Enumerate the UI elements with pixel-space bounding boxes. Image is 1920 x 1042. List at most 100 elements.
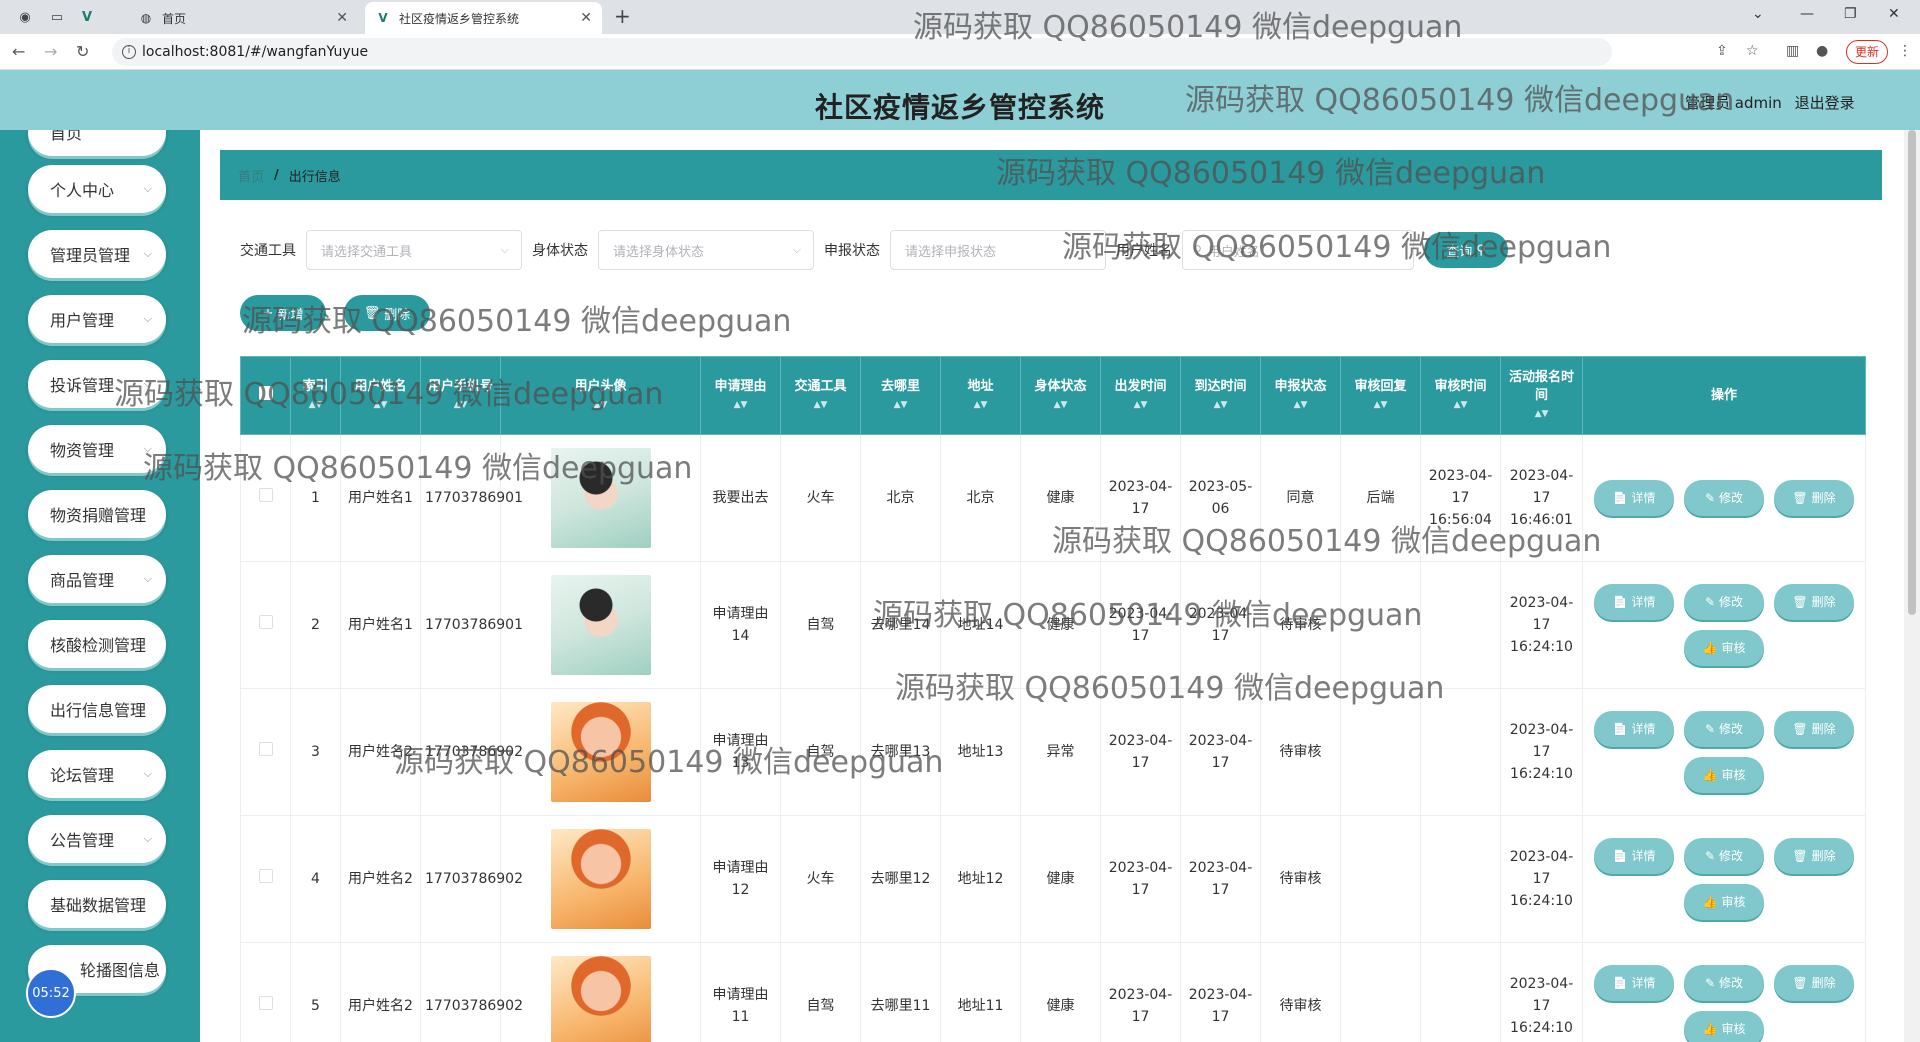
sidepanel-icon[interactable]: ▥ bbox=[1786, 43, 1799, 59]
sort-icon[interactable]: ▲▼ bbox=[1345, 396, 1416, 414]
column-header[interactable]: 审核时间 ▲▼ bbox=[1420, 356, 1501, 435]
sidebar-item[interactable]: 核酸检测管理 bbox=[28, 620, 166, 668]
sort-icon[interactable]: ▲▼ bbox=[1425, 396, 1496, 414]
sort-icon[interactable]: ▲▼ bbox=[785, 396, 856, 414]
row-checkbox[interactable] bbox=[258, 996, 273, 1010]
new-tab-icon[interactable]: + bbox=[614, 4, 631, 28]
health-select[interactable]: 请选择身体状态 ⌵ bbox=[598, 230, 814, 270]
add-button[interactable]: + 新增 bbox=[240, 295, 326, 331]
column-header[interactable]: 地址 ▲▼ bbox=[940, 356, 1021, 435]
detail-button[interactable]: 📄 详情 bbox=[1594, 965, 1674, 1001]
row-select-cell[interactable] bbox=[240, 434, 291, 562]
column-header[interactable]: 用户手机号 ▲▼ bbox=[420, 356, 501, 435]
sort-icon[interactable]: ▲▼ bbox=[1185, 396, 1256, 414]
logout-link[interactable]: 退出登录 bbox=[1795, 94, 1855, 112]
sort-icon[interactable]: ▲▼ bbox=[345, 396, 416, 414]
sort-icon[interactable]: ▲▼ bbox=[295, 396, 336, 414]
edit-button[interactable]: ✎ 修改 bbox=[1684, 711, 1764, 747]
sidebar-item[interactable]: 基础数据管理 bbox=[28, 880, 166, 928]
query-button[interactable]: 查询 ⚲ bbox=[1424, 232, 1508, 268]
avatar[interactable] bbox=[550, 448, 651, 548]
reload-icon[interactable]: ↻ bbox=[76, 42, 89, 61]
minimize-icon[interactable]: — bbox=[1800, 6, 1814, 22]
row-checkbox[interactable] bbox=[258, 488, 273, 502]
sidebar-item[interactable]: 出行信息管理 bbox=[28, 685, 166, 733]
delete-button[interactable]: 🗑 删除 bbox=[1774, 584, 1854, 620]
column-header[interactable]: 索引 ▲▼ bbox=[290, 356, 341, 435]
sidebar-item[interactable]: 物资管理 ⌵ bbox=[28, 425, 166, 473]
row-select-cell[interactable] bbox=[240, 688, 291, 816]
sidebar-item[interactable]: 管理员管理 ⌵ bbox=[28, 230, 166, 278]
sidebar-item[interactable]: 首页 bbox=[28, 130, 166, 156]
sidebar-item[interactable]: 用户管理 ⌵ bbox=[28, 295, 166, 343]
row-select-cell[interactable] bbox=[240, 561, 291, 689]
column-header[interactable]: 审核回复 ▲▼ bbox=[1340, 356, 1421, 435]
star-icon[interactable]: ☆ bbox=[1746, 43, 1759, 59]
column-header[interactable]: 活动报名时间 ▲▼ bbox=[1500, 356, 1583, 435]
username-input[interactable]: ⚲ 用户姓名 bbox=[1182, 230, 1414, 270]
sidebar-item[interactable]: 个人中心 ⌵ bbox=[28, 165, 166, 213]
audit-button[interactable]: 👍 审核 bbox=[1684, 757, 1764, 793]
column-header[interactable]: 身体状态 ▲▼ bbox=[1020, 356, 1101, 435]
row-checkbox[interactable] bbox=[258, 615, 273, 629]
delete-button[interactable]: 🗑 删除 bbox=[1774, 965, 1854, 1001]
sort-icon[interactable]: ▲▼ bbox=[425, 396, 496, 414]
row-select-cell[interactable] bbox=[240, 942, 291, 1042]
column-header[interactable]: 出发时间 ▲▼ bbox=[1100, 356, 1181, 435]
avatar[interactable] bbox=[550, 702, 651, 802]
delete-button[interactable]: 🗑 删除 bbox=[1774, 480, 1854, 516]
sidebar-item[interactable]: 商品管理 ⌵ bbox=[28, 555, 166, 603]
detail-button[interactable]: 📄 详情 bbox=[1594, 711, 1674, 747]
column-header[interactable]: 用户姓名 ▲▼ bbox=[340, 356, 421, 435]
close-window-icon[interactable]: ✕ bbox=[1888, 6, 1900, 22]
sidebar-item[interactable]: 物资捐赠管理 bbox=[28, 490, 166, 538]
audit-button[interactable]: 👍 审核 bbox=[1684, 630, 1764, 666]
sort-icon[interactable]: ▲▼ bbox=[705, 396, 776, 414]
scroll-thumb[interactable] bbox=[1908, 130, 1916, 615]
select-all-checkbox[interactable] bbox=[258, 385, 273, 400]
column-header[interactable]: 用户头像 ▲▼ bbox=[500, 356, 701, 435]
sort-icon[interactable]: ▲▼ bbox=[1025, 396, 1096, 414]
forward-icon[interactable]: → bbox=[44, 42, 57, 61]
vue-icon[interactable]: V bbox=[78, 8, 96, 26]
sort-icon[interactable]: ▲▼ bbox=[1265, 396, 1336, 414]
detail-button[interactable]: 📄 详情 bbox=[1594, 584, 1674, 620]
audit-button[interactable]: 👍 审核 bbox=[1684, 884, 1764, 920]
info-icon[interactable]: i bbox=[122, 45, 136, 59]
edit-button[interactable]: ✎ 修改 bbox=[1684, 480, 1764, 516]
select-all-cell[interactable] bbox=[240, 356, 291, 435]
back-icon[interactable]: ← bbox=[12, 42, 25, 61]
page-scrollbar[interactable] bbox=[1904, 130, 1920, 1042]
avatar[interactable] bbox=[550, 575, 651, 675]
delete-button[interactable]: 🗑 删除 bbox=[1774, 711, 1854, 747]
update-button[interactable]: 更新 bbox=[1846, 40, 1889, 64]
sort-icon[interactable]: ▲▼ bbox=[1105, 396, 1176, 414]
sidebar-item[interactable]: 投诉管理 ⌵ bbox=[28, 360, 166, 408]
report-select[interactable]: 请选择申报状态 ⌵ bbox=[890, 230, 1106, 270]
url-field[interactable]: i localhost:8081/#/wangfanYuyue bbox=[112, 38, 1612, 66]
edit-button[interactable]: ✎ 修改 bbox=[1684, 965, 1764, 1001]
close-icon[interactable]: ✕ bbox=[580, 10, 592, 26]
breadcrumb-home[interactable]: 首页 bbox=[238, 166, 264, 185]
sort-icon[interactable]: ▲▼ bbox=[865, 396, 936, 414]
column-header[interactable]: 去哪里 ▲▼ bbox=[860, 356, 941, 435]
pinned-tab-icon[interactable]: ▭ bbox=[48, 8, 66, 26]
column-header[interactable]: 到达时间 ▲▼ bbox=[1180, 356, 1261, 435]
sort-icon[interactable]: ▲▼ bbox=[1505, 405, 1578, 423]
browser-tab-home[interactable]: ◍ 首页 ✕ bbox=[128, 2, 358, 34]
delete-button[interactable]: 🗑 删除 bbox=[1774, 838, 1854, 874]
batch-delete-button[interactable]: 🗑 删除 bbox=[344, 295, 430, 331]
avatar[interactable] bbox=[550, 829, 651, 929]
edit-button[interactable]: ✎ 修改 bbox=[1684, 838, 1764, 874]
column-header[interactable]: 申报状态 ▲▼ bbox=[1260, 356, 1341, 435]
detail-button[interactable]: 📄 详情 bbox=[1594, 838, 1674, 874]
column-header[interactable]: 申请理由 ▲▼ bbox=[700, 356, 781, 435]
share-icon[interactable]: ⇪ bbox=[1716, 43, 1728, 59]
github-icon[interactable]: ◉ bbox=[16, 8, 34, 26]
row-checkbox[interactable] bbox=[258, 869, 273, 883]
chevron-down-icon[interactable]: ⌄ bbox=[1752, 6, 1764, 22]
row-checkbox[interactable] bbox=[258, 742, 273, 756]
detail-button[interactable]: 📄 详情 bbox=[1594, 480, 1674, 516]
sidebar-item[interactable]: 论坛管理 ⌵ bbox=[28, 750, 166, 798]
column-header[interactable]: 交通工具 ▲▼ bbox=[780, 356, 861, 435]
